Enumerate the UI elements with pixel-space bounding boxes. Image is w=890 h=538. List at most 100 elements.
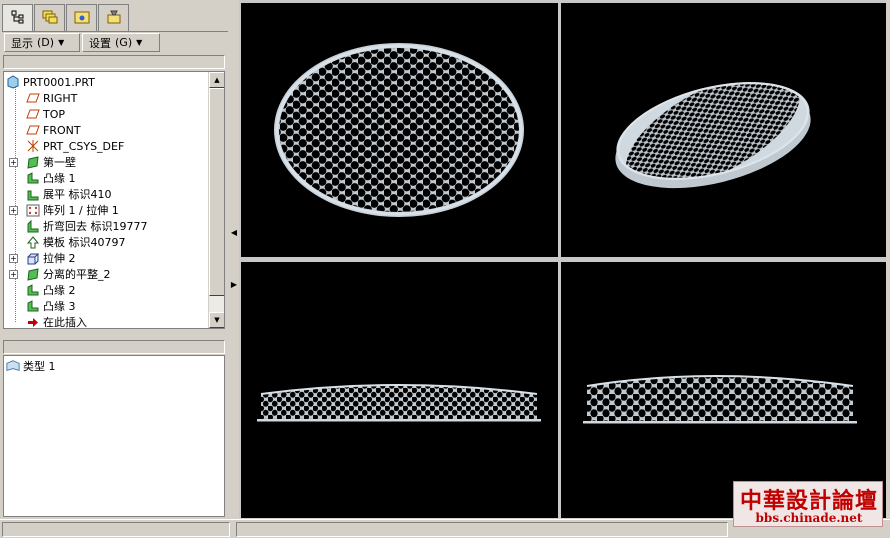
side-view-model [583,375,857,424]
tree-item-flange-2[interactable]: 凸缘 2 [4,282,210,298]
panel-splitter[interactable]: ◀ ▶ [230,0,238,520]
tab-model-tree[interactable] [2,4,33,32]
tab-folder[interactable] [66,4,97,31]
window-right-edge [886,0,890,520]
layer-tree: 类型 1 [3,355,225,517]
tree-item-form[interactable]: 模板 标识40797 [4,234,210,250]
form-icon [26,235,40,249]
scroll-thumb[interactable] [209,88,224,296]
pattern-icon [26,204,40,217]
tree-item-label: 拉伸 2 [43,252,76,265]
insert-here-arrow-icon [26,316,40,329]
part-icon [6,75,20,89]
tree-item-label: 凸缘 2 [43,284,76,297]
graphics-window[interactable] [239,0,886,518]
display-menu-shortcut: (D) [37,36,55,49]
expand-toggle[interactable]: + [9,205,18,215]
tree-vertical-scrollbar[interactable]: ▲ ▼ [208,72,224,328]
layer-type-icon [6,360,20,373]
tools-icon [105,9,123,28]
status-cell-left [2,522,230,537]
tree-item-label: RIGHT [43,91,78,105]
tree-item-label: 分离的平整_2 [43,268,111,281]
isometric-view-model [615,82,811,189]
tree-item-top[interactable]: TOP [4,106,210,122]
scroll-up-button[interactable]: ▲ [209,72,224,88]
top-view-model [274,43,524,217]
flange-icon [26,171,40,185]
tree-item-flange-3[interactable]: 凸缘 3 [4,298,210,314]
tree-item-label: TOP [43,107,66,121]
display-menu-button[interactable]: 显示 (D) ▼ [4,33,80,52]
tree-header-bar [3,55,225,69]
settings-menu-button[interactable]: 设置 (G) ▼ [82,33,160,52]
layers-icon [41,9,59,28]
viewport-isometric[interactable] [561,3,886,257]
tree-item-label: 折弯回去 标识19777 [43,220,148,233]
tree-item-label: 展平 标识410 [43,188,112,201]
front-view-model [257,384,541,422]
tree-item-extrude-2[interactable]: + 拉伸 2 [4,250,210,266]
model-tree-list: PRT0001.PRT RIGHT TOP FRONT PRT_CSYS_DEF [4,74,210,329]
watermark-url: bbs.chinade.net [755,511,863,525]
tree-item-label: 模板 标识40797 [43,236,126,249]
tree-item-label: 第一壁 [43,156,76,169]
tree-item-label: 阵列 1 / 拉伸 1 [43,204,119,217]
tree-item-label: PRT0001.PRT [23,75,95,89]
tab-layers[interactable] [34,4,65,31]
expand-toggle[interactable]: + [9,157,18,167]
csys-icon [26,140,40,153]
settings-menu-shortcut: (G) [115,36,133,49]
tree-item-pattern[interactable]: + 阵列 1 / 拉伸 1 [4,202,210,218]
navigator-panel: 显示 (D) ▼ 设置 (G) ▼ PRT0001.PRT RIGHT TOP … [0,0,230,520]
tab-divider [2,31,228,32]
wall-icon [26,267,40,281]
tree-item-front[interactable]: FRONT [4,122,210,138]
tree-item-label: PRT_CSYS_DEF [43,139,125,153]
tree-item-right[interactable]: RIGHT [4,90,210,106]
datum-plane-icon [26,92,40,105]
datum-plane-icon [26,124,40,137]
collapse-left-icon[interactable]: ◀ [231,226,237,238]
settings-menu-label: 设置 [89,36,111,50]
navigator-tabs [2,4,130,32]
tree-item-first-wall[interactable]: + 第一壁 [4,154,210,170]
tree-item-root[interactable]: PRT0001.PRT [4,74,210,90]
flange-icon [26,283,40,297]
tree-item-bend-back[interactable]: 折弯回去 标识19777 [4,218,210,234]
layer-item-label: 类型 1 [23,360,56,373]
expand-toggle[interactable]: + [9,253,18,263]
model-tree-icon [10,9,26,28]
tree-item-unbend[interactable]: 展平 标识410 [4,186,210,202]
extrude-icon [26,252,40,265]
expand-toggle[interactable]: + [9,269,18,279]
layer-header-bar [3,340,225,354]
layer-item[interactable]: 类型 1 [4,358,224,374]
viewport-front[interactable] [241,262,558,518]
datum-plane-icon [26,108,40,121]
navigator-menubar: 显示 (D) ▼ 设置 (G) ▼ [4,33,228,53]
viewport-top[interactable] [241,3,558,257]
tab-tools[interactable] [98,4,129,31]
flange-icon [26,299,40,313]
dropdown-arrow-icon: ▼ [58,38,65,47]
tree-item-label: 凸缘 1 [43,172,76,185]
tree-item-flange-1[interactable]: 凸缘 1 [4,170,210,186]
tree-item-label: 在此插入 [43,316,87,329]
expand-right-icon[interactable]: ▶ [231,278,237,290]
watermark-logo: 中華設計論壇 bbs.chinade.net [733,481,883,527]
status-cell-main [236,522,728,537]
viewport-side[interactable] [561,262,886,518]
unbend-icon [26,188,40,201]
tree-item-unattached-wall[interactable]: + 分离的平整_2 [4,266,210,282]
display-menu-label: 显示 [11,36,33,50]
dropdown-arrow-icon: ▼ [136,38,143,47]
tree-item-csys[interactable]: PRT_CSYS_DEF [4,138,210,154]
app-window: 显示 (D) ▼ 设置 (G) ▼ PRT0001.PRT RIGHT TOP … [0,0,890,538]
tree-item-label: 凸缘 3 [43,300,76,313]
model-tree: PRT0001.PRT RIGHT TOP FRONT PRT_CSYS_DEF [3,71,225,329]
wall-icon [26,155,40,169]
scroll-down-button[interactable]: ▼ [209,312,224,328]
tree-item-label: FRONT [43,123,81,137]
tree-item-insert-here[interactable]: 在此插入 [4,314,210,329]
